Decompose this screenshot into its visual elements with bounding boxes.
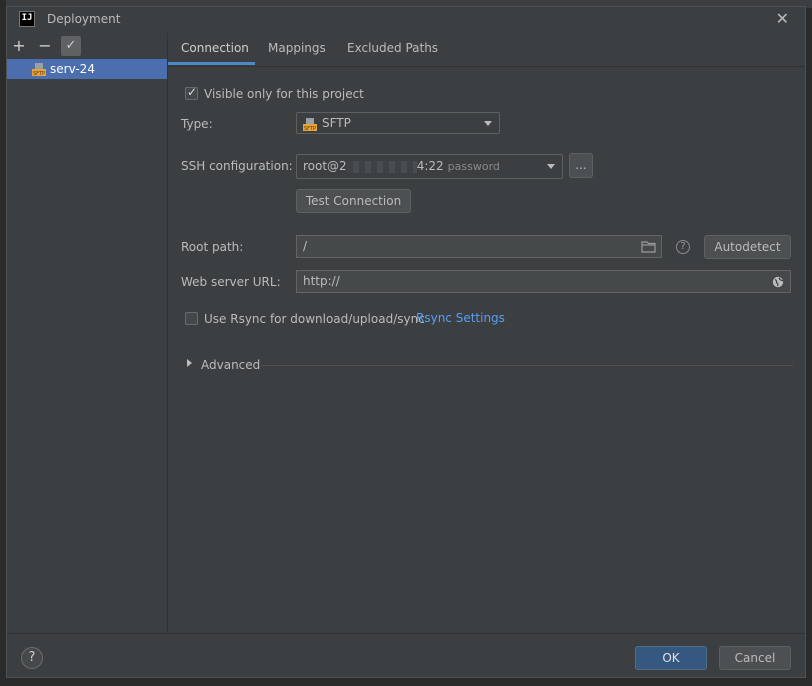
tab-excluded-paths[interactable]: Excluded Paths: [347, 41, 438, 55]
tab-connection[interactable]: Connection: [181, 41, 249, 55]
type-label: Type:: [181, 117, 213, 131]
test-connection-button[interactable]: Test Connection: [296, 189, 411, 213]
dialog-footer: ? OK Cancel: [7, 633, 805, 678]
active-tab-indicator: [168, 62, 255, 65]
root-path-value: /: [303, 239, 308, 253]
expand-triangle-icon[interactable]: [187, 359, 192, 367]
autodetect-button[interactable]: Autodetect: [704, 235, 791, 259]
visible-only-label: Visible only for this project: [204, 87, 364, 101]
type-dropdown[interactable]: SFTP SFTP: [296, 112, 500, 134]
visible-only-checkbox[interactable]: [185, 85, 198, 100]
chevron-down-icon: [484, 121, 492, 126]
chevron-down-icon: [547, 164, 555, 169]
remove-server-button[interactable]: −: [35, 36, 55, 56]
sftp-icon: SFTP: [32, 63, 46, 76]
sftp-icon: SFTP: [303, 118, 317, 131]
server-list-panel: + − ✓ SFTP serv-24: [7, 33, 168, 633]
cancel-button[interactable]: Cancel: [719, 646, 791, 670]
globe-icon[interactable]: [772, 276, 784, 288]
folder-icon[interactable]: [641, 240, 656, 253]
svg-text:SFTP: SFTP: [33, 71, 45, 76]
set-default-button[interactable]: ✓: [61, 36, 81, 56]
web-server-url-label: Web server URL:: [181, 275, 281, 289]
use-rsync-label: Use Rsync for download/upload/sync: [204, 312, 425, 326]
ssh-configuration-label: SSH configuration:: [181, 159, 293, 173]
ok-button[interactable]: OK: [635, 646, 707, 670]
ssh-configuration-dropdown[interactable]: root@2 4:22 password: [296, 154, 563, 179]
close-icon[interactable]: ✕: [776, 9, 789, 28]
intellij-app-icon: IJ: [19, 11, 35, 27]
use-rsync-checkbox[interactable]: [185, 312, 198, 325]
type-value: SFTP: [322, 116, 351, 130]
advanced-section-label[interactable]: Advanced: [201, 358, 260, 372]
server-list-item[interactable]: SFTP serv-24: [7, 59, 167, 79]
titlebar: IJ Deployment ✕: [7, 7, 805, 33]
root-path-label: Root path:: [181, 240, 244, 254]
rsync-settings-link[interactable]: Rsync Settings: [416, 311, 505, 325]
add-server-button[interactable]: +: [9, 36, 29, 56]
dialog-title: Deployment: [47, 12, 121, 26]
help-question-icon[interactable]: ?: [676, 240, 690, 254]
web-server-url-input[interactable]: http://: [296, 270, 791, 293]
deployment-dialog: IJ Deployment ✕ + − ✓ SFTP serv-24 Conne…: [6, 6, 806, 678]
root-path-input[interactable]: /: [296, 235, 662, 258]
settings-tabs: Connection Mappings Excluded Paths: [168, 33, 805, 67]
ssh-configuration-value: root@2 4:22 password: [303, 159, 500, 173]
ssh-browse-button[interactable]: ...: [569, 153, 593, 178]
redacted-host: [346, 160, 417, 173]
advanced-separator: [261, 365, 793, 366]
web-server-url-value: http://: [303, 274, 340, 288]
help-button[interactable]: ?: [21, 647, 43, 669]
svg-text:SFTP: SFTP: [304, 126, 316, 131]
server-settings-panel: Connection Mappings Excluded Paths Visib…: [168, 33, 805, 633]
server-name-label: serv-24: [50, 62, 95, 76]
tab-mappings[interactable]: Mappings: [268, 41, 326, 55]
